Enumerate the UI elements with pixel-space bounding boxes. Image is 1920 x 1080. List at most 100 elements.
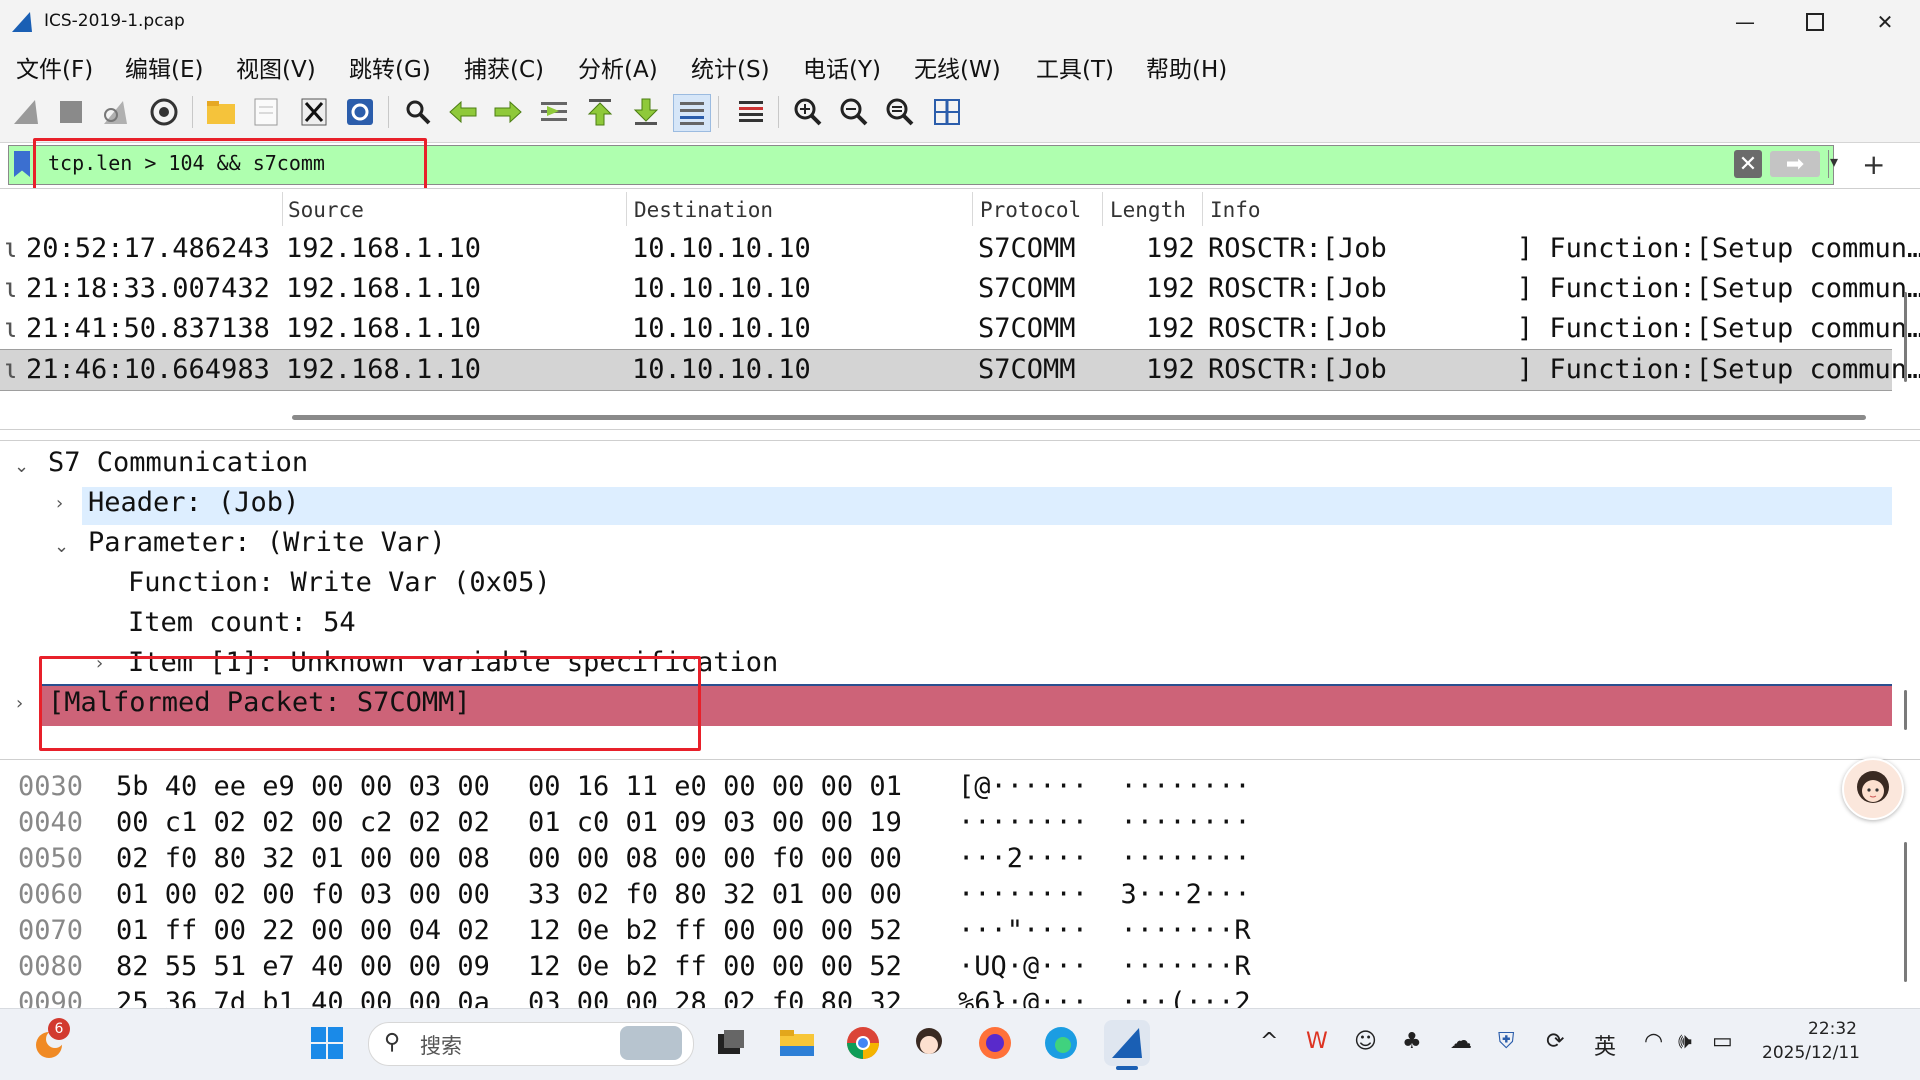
menu-analyze[interactable]: 分析(A): [578, 50, 658, 84]
bytes-scrollbar[interactable]: [1904, 842, 1907, 982]
sync-icon[interactable]: ⟳: [1546, 1029, 1564, 1054]
packet-time: 21:46:10.664983: [26, 354, 270, 385]
tree-item-function[interactable]: Function: Write Var (0x05): [128, 567, 551, 598]
zoom-out-icon[interactable]: [836, 94, 872, 130]
back-arrow-icon[interactable]: [445, 94, 481, 130]
clear-filter-icon[interactable]: ✕: [1734, 150, 1762, 178]
ime-indicator[interactable]: 英: [1594, 1029, 1616, 1061]
packet-time: 21:18:33.007432: [26, 273, 270, 304]
packet-info: ROSCTR:[Job ] Function:[Setup commun…: [1208, 354, 1920, 385]
horizontal-scrollbar[interactable]: [292, 415, 1866, 420]
first-packet-icon[interactable]: [582, 94, 618, 130]
file-icon[interactable]: [248, 94, 284, 130]
packet-time: 21:41:50.837138: [26, 313, 270, 344]
menu-go[interactable]: 跳转(G): [349, 50, 431, 84]
packet-time: 20:52:17.486243: [26, 233, 270, 264]
gear-icon[interactable]: [146, 94, 182, 130]
bytes-ascii: ···"···· ·······R: [958, 915, 1251, 946]
battery-icon[interactable]: ▭: [1712, 1029, 1733, 1054]
autoscroll-icon[interactable]: [673, 94, 711, 132]
colorize-icon[interactable]: [733, 94, 769, 130]
last-packet-icon[interactable]: [628, 94, 664, 130]
security-shield-icon[interactable]: ⛨: [1498, 1029, 1515, 1054]
forward-arrow-icon[interactable]: [490, 94, 526, 130]
tree-item-item-count[interactable]: Item count: 54: [128, 607, 356, 638]
packet-list-scrollbar[interactable]: [1904, 292, 1907, 382]
volume-icon[interactable]: 🕪: [1678, 1029, 1692, 1054]
wifi-icon[interactable]: ◠: [1644, 1029, 1663, 1054]
chevron-right-icon[interactable]: ›: [16, 693, 23, 714]
minimize-icon: —: [1735, 10, 1755, 34]
edge-icon[interactable]: [1038, 1020, 1084, 1066]
menu-telephony[interactable]: 电话(Y): [803, 50, 881, 84]
close-button[interactable]: ✕: [1850, 0, 1920, 44]
menu-help[interactable]: 帮助(H): [1146, 50, 1227, 84]
stop-icon[interactable]: [53, 94, 89, 130]
chevron-down-icon[interactable]: ⌄: [54, 536, 69, 557]
bytes-hex: 00 00 08 00 00 f0 00 00: [528, 843, 902, 874]
chevron-right-icon[interactable]: ›: [56, 493, 63, 514]
clock-date[interactable]: 2025/12/11: [1762, 1043, 1860, 1063]
bytes-hex: 00 16 11 e0 00 00 00 01: [528, 771, 902, 802]
menu-capture[interactable]: 捕获(C): [464, 50, 544, 84]
menu-wireless[interactable]: 无线(W): [914, 50, 1001, 84]
column-header-protocol[interactable]: Protocol: [980, 198, 1081, 222]
packet-protocol: S7COMM: [978, 233, 1076, 264]
restart-icon[interactable]: [98, 94, 134, 130]
resize-columns-icon[interactable]: [929, 94, 965, 130]
wireshark-taskbar-icon[interactable]: [1104, 1020, 1150, 1066]
packet-row[interactable]: ι 21:41:50.837138 192.168.1.10 10.10.10.…: [0, 309, 1920, 349]
search-icon: ⚲: [384, 1030, 401, 1055]
search-icon[interactable]: [400, 94, 436, 130]
column-header-source[interactable]: Source: [288, 198, 364, 222]
assistant-avatar[interactable]: [1842, 758, 1904, 820]
menu-file[interactable]: 文件(F): [16, 50, 93, 84]
minimize-button[interactable]: —: [1710, 0, 1780, 44]
cloud-icon[interactable]: ☁: [1450, 1029, 1472, 1054]
bytes-ascii: %6}·@··· ···(···2: [958, 987, 1251, 1008]
column-header-info[interactable]: Info: [1210, 198, 1261, 222]
task-view-icon[interactable]: [708, 1020, 754, 1066]
reload-icon[interactable]: [342, 94, 378, 130]
apply-filter-icon[interactable]: ➡: [1770, 151, 1820, 177]
chevron-down-icon[interactable]: ⌄: [14, 456, 29, 477]
windows-start-icon[interactable]: [304, 1020, 350, 1066]
menu-tools[interactable]: 工具(T): [1036, 50, 1114, 84]
column-header-length[interactable]: Length: [1110, 198, 1186, 222]
details-scrollbar[interactable]: [1904, 690, 1907, 730]
packet-row[interactable]: ι 20:52:17.486243 192.168.1.10 10.10.10.…: [0, 229, 1920, 269]
tree-item-header[interactable]: Header: (Job): [88, 487, 299, 518]
assistant-app-icon[interactable]: [906, 1020, 952, 1066]
clock-time[interactable]: 22:32: [1808, 1019, 1857, 1039]
maximize-button[interactable]: [1780, 0, 1850, 44]
bytes-hex: 02 f0 80 32 01 00 00 08: [116, 843, 490, 874]
menu-statistics[interactable]: 统计(S): [691, 50, 770, 84]
shark-fin-start-icon[interactable]: [8, 94, 44, 130]
bytes-row: 0070: [18, 915, 84, 946]
qq-icon[interactable]: ♣: [1402, 1029, 1422, 1054]
menu-edit[interactable]: 编辑(E): [125, 50, 203, 84]
bytes-ascii: [@······ ········: [958, 771, 1251, 802]
tree-item-parameter[interactable]: Parameter: (Write Var): [88, 527, 446, 558]
close-file-icon[interactable]: [296, 94, 332, 130]
packet-length: 192: [1146, 233, 1195, 264]
menu-view[interactable]: 视图(V): [236, 50, 316, 84]
tree-item-s7-communication[interactable]: S7 Communication: [48, 447, 308, 478]
file-explorer-icon[interactable]: [774, 1020, 820, 1066]
chrome-icon[interactable]: [840, 1020, 886, 1066]
column-header-destination[interactable]: Destination: [634, 198, 773, 222]
chevron-down-icon[interactable]: ▾: [1830, 152, 1838, 171]
firefox-icon[interactable]: [972, 1020, 1018, 1066]
zoom-reset-icon[interactable]: [882, 94, 918, 130]
packet-row[interactable]: ι 21:18:33.007432 192.168.1.10 10.10.10.…: [0, 269, 1920, 309]
zoom-in-icon[interactable]: [790, 94, 826, 130]
packet-source: 192.168.1.10: [286, 313, 482, 344]
chevron-up-icon[interactable]: ^: [1260, 1029, 1278, 1054]
wps-icon[interactable]: W: [1306, 1029, 1328, 1054]
bytes-hex: 5b 40 ee e9 00 00 03 00: [116, 771, 490, 802]
assistant-tray-icon[interactable]: ☺: [1354, 1029, 1377, 1054]
folder-icon[interactable]: [203, 94, 239, 130]
add-filter-button-icon[interactable]: +: [1862, 148, 1885, 181]
packet-row-selected[interactable]: ι 21:46:10.664983 192.168.1.10 10.10.10.…: [0, 349, 1920, 391]
go-to-packet-icon[interactable]: [536, 94, 572, 130]
